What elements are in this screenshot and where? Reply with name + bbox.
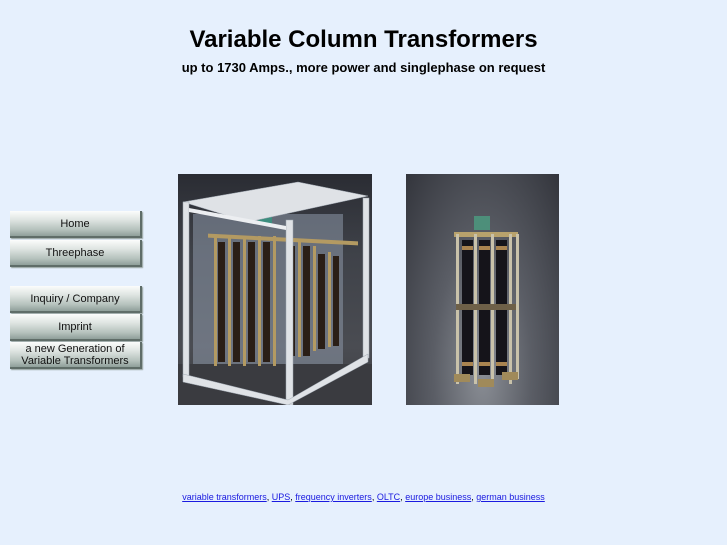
- single-column-transformer-photo: [406, 174, 559, 405]
- threephase-transformer-photo: [178, 174, 372, 405]
- nav-button-imprint[interactable]: Imprint: [10, 314, 142, 341]
- nav-button-label: Inquiry / Company: [30, 292, 120, 305]
- nav-button-label: a new Generation of Variable Transformer…: [21, 342, 129, 367]
- nav-button-inquiry-company[interactable]: Inquiry / Company: [10, 286, 142, 313]
- nav-button-new-generation[interactable]: a new Generation of Variable Transformer…: [10, 342, 142, 369]
- footer-links: variable transformers, UPS, frequency in…: [0, 492, 727, 502]
- threephase-transformer-illustration: [178, 181, 372, 405]
- page-subtitle: up to 1730 Amps., more power and singlep…: [181, 60, 546, 75]
- footer-link-oltc[interactable]: OLTC: [377, 492, 400, 502]
- nav-button-label: Imprint: [58, 320, 92, 333]
- footer-link-variable-transformers[interactable]: variable transformers: [182, 492, 267, 502]
- footer-link-german-business[interactable]: german business: [476, 492, 545, 502]
- single-column-transformer-illustration: [454, 216, 519, 387]
- nav-button-threephase[interactable]: Threephase: [10, 240, 142, 267]
- footer-link-ups[interactable]: UPS: [272, 492, 291, 502]
- nav-button-home[interactable]: Home: [10, 211, 142, 238]
- nav-button-label: Home: [60, 217, 90, 230]
- nav-button-label: Threephase: [45, 246, 105, 259]
- footer-link-europe-business[interactable]: europe business: [405, 492, 471, 502]
- page-title: Variable Column Transformers: [189, 26, 538, 53]
- footer-link-frequency-inverters[interactable]: frequency inverters: [295, 492, 372, 502]
